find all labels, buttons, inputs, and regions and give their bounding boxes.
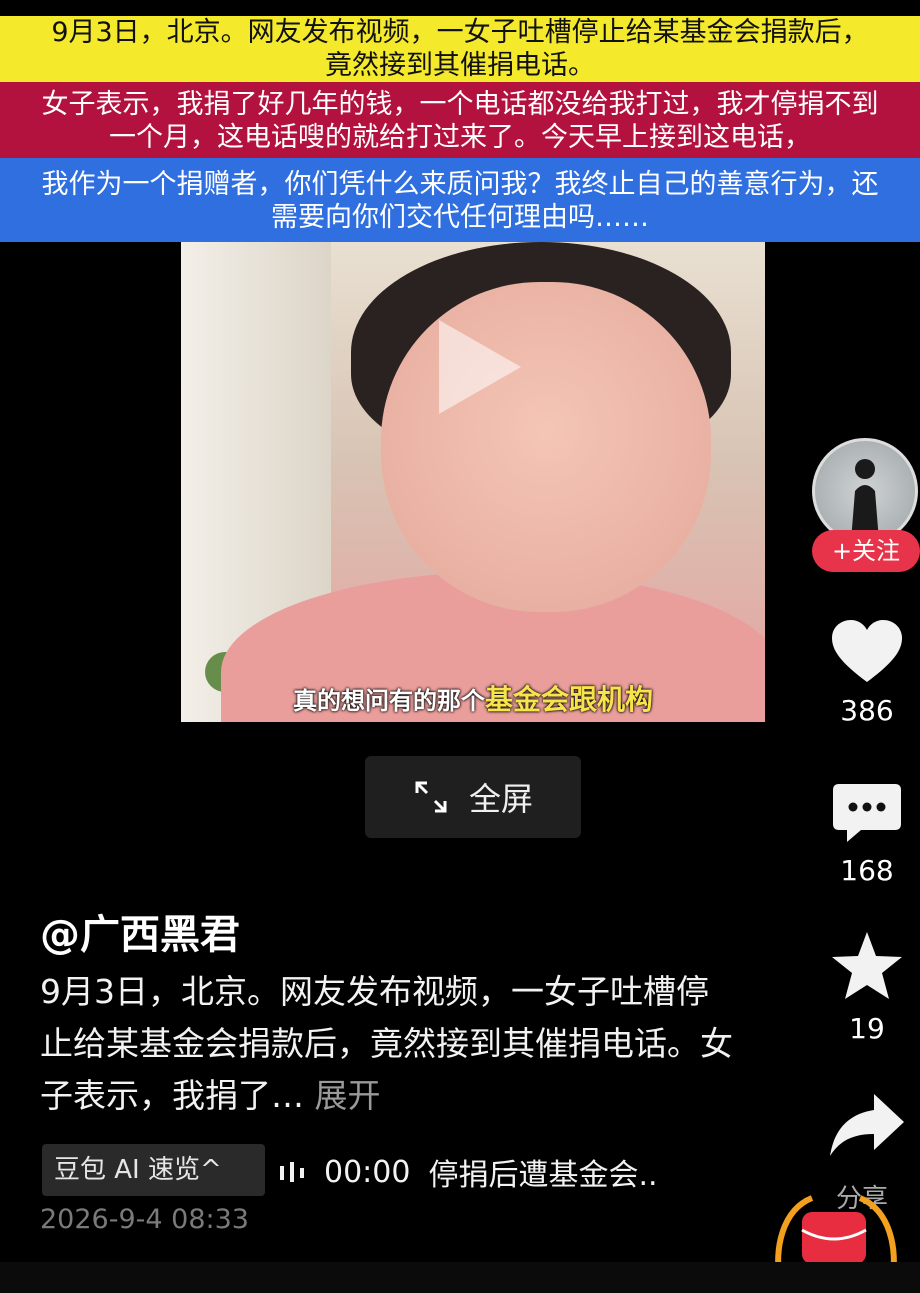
audio-bars-icon [280,1162,304,1182]
comment-button[interactable]: 168 [822,782,912,887]
follow-button[interactable]: +关注 [812,530,920,572]
star-icon [832,932,902,999]
ai-summary-chip[interactable]: 豆包 AI 速览^ [42,1144,265,1196]
bottom-bar [0,1262,920,1293]
favorite-button[interactable]: 19 [822,930,912,1045]
audio-row[interactable]: 00:00 停捐后遭基金会.. [278,1150,658,1194]
banner-red: 女子表示，我捐了好几年的钱，一个电话都没给我打过，我才停捐不到 一个月，这电话嗖… [0,82,920,158]
fullscreen-label: 全屏 [468,780,533,818]
like-button[interactable]: 386 [822,618,912,727]
fullscreen-button[interactable]: 全屏 [365,756,581,838]
audio-time: 00:00 [324,1154,411,1190]
comment-icon [833,784,901,842]
banner-red-line-2: 一个月，这电话嗖的就给打过来了。今天早上接到这电话， [109,122,811,153]
share-icon[interactable] [828,1092,906,1158]
subtitle-plain: 真的想问有的那个 [292,687,485,715]
like-count: 386 [840,694,894,727]
description-text: 9月3日，北京。网友发布视频，一女子吐槽停止给某基金会捐款后，竟然接到其催捐电话… [40,972,733,1115]
banner-yellow: 9月3日，北京。网友发布视频，一女子吐槽停止给某基金会捐款后， 竟然接到其催捐电… [0,16,920,82]
expand-icon [415,781,447,813]
avatar-figure-icon [851,459,879,541]
audio-title: 停捐后遭基金会.. [428,1158,658,1193]
banner-red-line-1: 女子表示，我捐了好几年的钱，一个电话都没给我打过，我才停捐不到 [41,89,879,120]
video-subtitle: 真的想问有的那个基金会跟机构 [181,678,765,718]
post-timestamp: 2026-9-4 08:33 [40,1204,249,1235]
comment-count: 168 [840,854,894,887]
play-icon[interactable] [429,312,529,422]
heart-icon [832,620,902,682]
video-player[interactable]: 真的想问有的那个基金会跟机构 [181,242,765,722]
favorite-count: 19 [849,1012,885,1045]
post-description: 9月3日，北京。网友发布视频，一女子吐槽停止给某基金会捐款后，竟然接到其催捐电话… [40,966,740,1122]
banner-blue: 我作为一个捐赠者，你们凭什么来质问我？我终止自己的善意行为，还 需要向你们交代任… [0,158,920,242]
author-name[interactable]: @广西黑君 [40,902,240,960]
subtitle-highlight: 基金会跟机构 [484,683,653,716]
banner-blue-line-2: 需要向你们交代任何理由吗…… [271,202,649,233]
banner-blue-line-1: 我作为一个捐赠者，你们凭什么来质问我？我终止自己的善意行为，还 [41,169,879,200]
banner-yellow-line-2: 竟然接到其催捐电话。 [325,50,595,81]
expand-link[interactable]: 展开 [315,1076,381,1115]
banner-yellow-line-1: 9月3日，北京。网友发布视频，一女子吐槽停止给某基金会捐款后， [51,17,869,48]
author-avatar[interactable] [812,438,918,544]
